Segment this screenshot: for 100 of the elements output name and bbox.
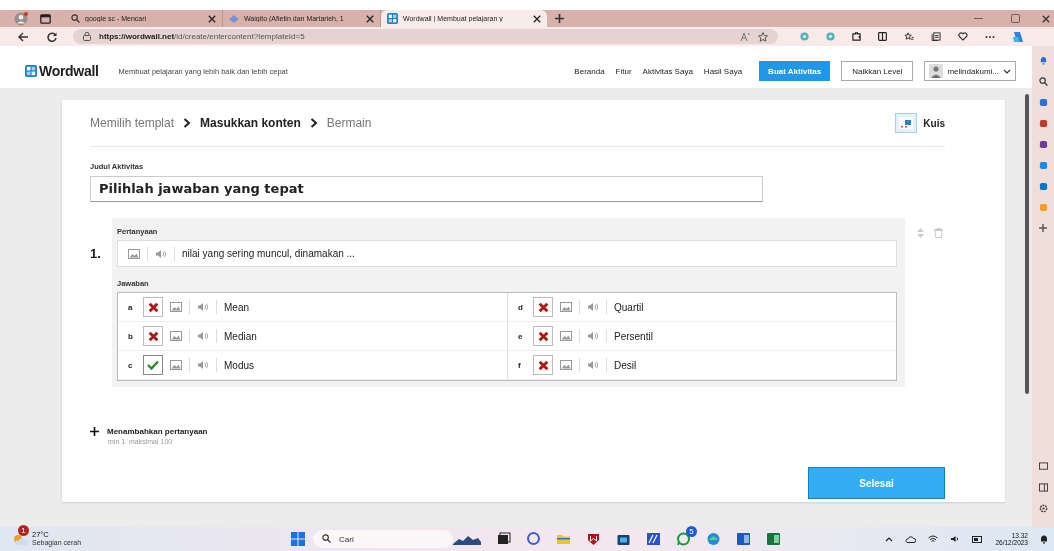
close-icon[interactable] [533,14,541,23]
wordwall-favicon [387,13,398,24]
browser-icon[interactable] [706,532,722,546]
copilot-icon[interactable] [1012,30,1024,43]
upgrade-button[interactable]: Naikkan Level [841,61,914,81]
question-number: 1. [90,246,102,261]
excel-icon[interactable] [766,532,782,546]
answer-text[interactable]: Persentil [614,330,653,342]
word-icon[interactable] [736,532,752,546]
chat-icon[interactable] [526,532,542,546]
app-icon[interactable] [1038,98,1048,107]
speaker-icon[interactable] [197,331,209,341]
image-icon[interactable] [170,360,182,370]
cross-icon [537,301,549,313]
screenshot-icon[interactable] [1038,462,1048,471]
app-icon[interactable] [1038,182,1048,191]
breadcrumb-step[interactable]: Memilih templat [90,116,175,130]
speaker-icon[interactable] [197,360,209,370]
battery-icon[interactable] [972,535,984,543]
store-icon[interactable] [616,532,632,546]
landscape-icon[interactable] [453,533,482,545]
image-icon[interactable] [170,331,182,341]
wifi-icon[interactable] [928,535,939,543]
search-icon[interactable] [1038,77,1048,86]
add-icon[interactable] [1039,224,1047,232]
incorrect-toggle[interactable] [533,326,553,346]
quiz-template-icon[interactable] [895,113,918,133]
bell-icon[interactable] [1040,534,1048,544]
weather-icon[interactable] [12,532,28,546]
notification-icon[interactable] [1038,56,1048,65]
more-icon[interactable] [985,34,995,39]
task-view-icon[interactable] [496,532,512,546]
title-input[interactable]: Pilihlah jawaban yang tepat [90,176,763,202]
whatsapp-icon[interactable] [676,532,692,546]
answer-letter: a [128,302,134,312]
puzzle-icon[interactable] [852,32,861,41]
settings-icon[interactable] [1038,504,1048,513]
incorrect-toggle[interactable] [143,326,163,346]
add-question-link[interactable]: Menambahkan pertanyaan [107,427,208,436]
answer-text[interactable]: Modus [224,359,254,371]
windows-start-icon[interactable] [291,532,306,546]
correct-toggle[interactable] [143,355,163,375]
sidebar-toggle-icon[interactable] [1038,483,1048,492]
incorrect-toggle[interactable] [143,297,163,317]
profile-icon[interactable] [14,11,28,26]
image-icon[interactable] [560,331,572,341]
image-icon[interactable] [128,248,140,259]
tab-actions-icon[interactable] [40,13,51,24]
speaker-icon[interactable] [197,302,209,312]
search-icon[interactable] [71,14,80,23]
nav-link[interactable]: Aktivitas Saya [642,66,693,76]
answer-text[interactable]: Mean [224,301,249,313]
search-icon[interactable] [322,534,332,543]
collections-icon[interactable] [931,32,941,41]
account-menu[interactable]: melindakumi... [924,61,1016,81]
close-icon[interactable] [208,14,216,23]
app-icon[interactable] [1038,140,1048,149]
taskbar-search-field[interactable]: Cari [313,530,454,548]
close-icon[interactable] [366,14,374,23]
image-icon[interactable] [170,302,182,312]
split-screen-icon[interactable] [878,32,887,41]
answer-text[interactable]: Quartil [614,301,644,313]
cloud-icon[interactable] [905,535,917,543]
speaker-icon[interactable] [587,331,599,341]
nav-link[interactable]: Hasil Saya [703,66,743,76]
breadcrumb-step[interactable]: Masukkan konten [200,116,301,130]
nav-link[interactable]: Beranda [574,66,605,76]
photo-editor-icon[interactable] [646,532,662,546]
image-icon[interactable] [560,360,572,370]
logo-text[interactable]: Wordwall [39,63,99,79]
cross-icon [537,359,549,371]
new-tab-icon[interactable] [555,14,564,23]
incorrect-toggle[interactable] [533,297,553,317]
scrollbar[interactable] [1025,94,1029,394]
app-icon[interactable] [1038,119,1048,128]
star-icon[interactable] [758,31,768,42]
volume-icon[interactable] [950,535,961,543]
read-aloud-icon[interactable] [740,32,750,41]
speaker-icon[interactable] [155,248,167,259]
refresh-icon[interactable] [47,31,57,42]
speaker-icon[interactable] [587,360,599,370]
incorrect-toggle[interactable] [533,355,553,375]
maximize-icon[interactable] [1011,14,1020,23]
breadcrumb-step[interactable]: Bermain [326,116,372,130]
question-input[interactable]: nilai yang sering muncul, dinamakan ... [117,240,897,267]
shield-icon[interactable] [586,532,602,546]
app-icon[interactable] [1038,161,1048,170]
speaker-icon[interactable] [587,302,599,312]
heart-icon[interactable] [958,32,968,41]
address-bar[interactable]: https://wordwall.net/id/create/entercontent?templateId=5 [73,29,778,44]
close-icon[interactable] [1042,14,1050,23]
nav-link[interactable]: Fitur [615,66,632,76]
chevron-up-icon[interactable] [885,536,894,542]
answer-text[interactable]: Median [224,330,257,342]
back-icon[interactable] [18,31,29,42]
favorites-icon[interactable] [904,32,914,41]
answer-text[interactable]: Desil [614,359,637,371]
image-icon[interactable] [560,302,572,312]
folder-icon[interactable] [556,532,572,546]
plus-icon[interactable] [90,427,99,436]
